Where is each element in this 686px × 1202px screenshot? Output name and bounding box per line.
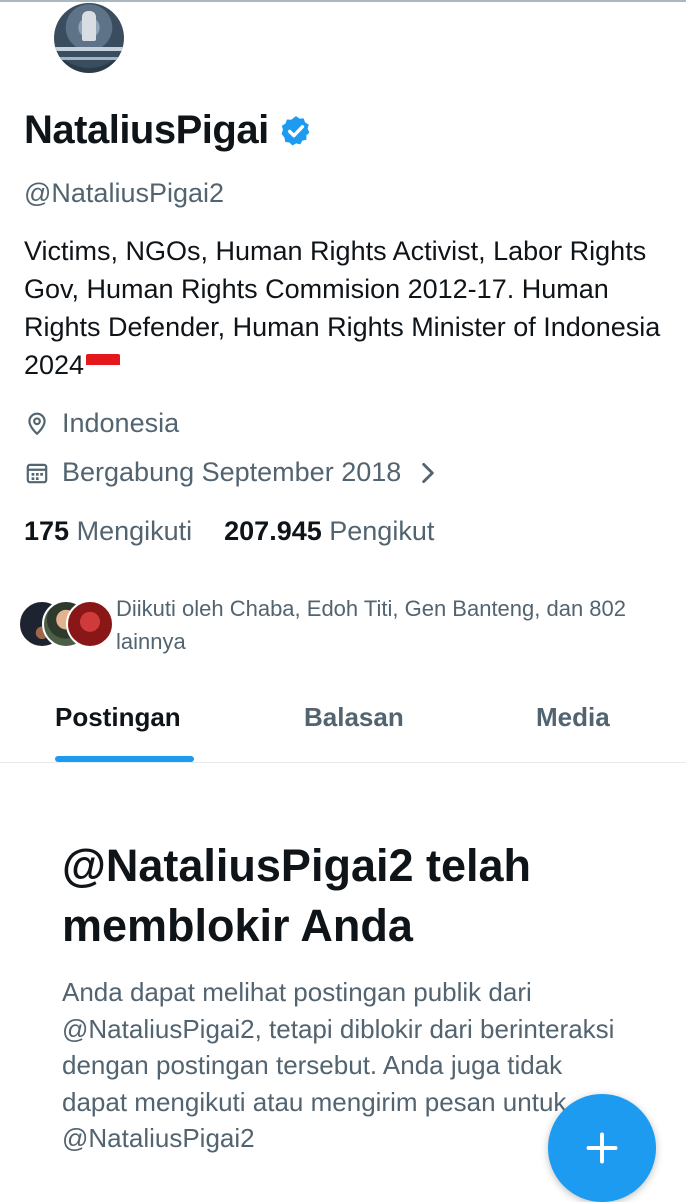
followed-by-text[interactable]: Diikuti oleh Chaba, Edoh Titi, Gen Bante… [116, 592, 676, 658]
followers-stat[interactable]: 207.945 Pengikut [224, 516, 434, 547]
tab-media[interactable]: Media [536, 702, 610, 733]
profile-location: Indonesia [62, 408, 180, 438]
blocked-description: Anda dapat melihat postingan publik dari… [62, 977, 615, 1153]
tab-postingan[interactable]: Postingan [55, 702, 181, 733]
profile-name-row: NataliusPigai [24, 108, 313, 153]
profile-handle: @NataliusPigai2 [24, 178, 225, 208]
calendar-icon [26, 463, 48, 483]
profile-location-row: Indonesia [24, 408, 179, 439]
following-stat[interactable]: 175 Mengikuti [24, 516, 192, 547]
profile-joined: Bergabung September 2018 [62, 457, 402, 487]
profile-name: NataliusPigai [24, 108, 269, 152]
indonesia-flag-icon [86, 354, 121, 376]
profile-avatar[interactable] [54, 3, 124, 73]
location-pin-icon [28, 412, 46, 435]
compose-button[interactable] [548, 1094, 656, 1202]
verified-badge-icon[interactable] [279, 114, 313, 148]
plus-icon [586, 1132, 618, 1164]
avatar-detail-rail-lower [54, 57, 124, 60]
chevron-right-icon [422, 462, 435, 483]
profile-bio: Victims, NGOs, Human Rights Activist, La… [24, 232, 664, 384]
followers-label: Pengikut [329, 516, 435, 546]
blocked-title: @NataliusPigai2 telah memblokir Anda [62, 840, 532, 951]
followers-count: 207.945 [224, 516, 322, 546]
following-label: Mengikuti [76, 516, 193, 546]
tab-balasan[interactable]: Balasan [304, 702, 404, 733]
follower-avatar [66, 600, 114, 648]
profile-tabs: Postingan Balasan Media [0, 680, 686, 763]
profile-stats: 175 Mengikuti 207.945 Pengikut [24, 516, 434, 547]
top-edge-divider [0, 0, 686, 2]
avatar-detail-figure [82, 11, 96, 41]
avatar-detail-rail [54, 47, 124, 51]
following-count: 175 [24, 516, 70, 546]
profile-joined-row[interactable]: Bergabung September 2018 [24, 457, 453, 488]
active-tab-indicator [55, 756, 194, 762]
